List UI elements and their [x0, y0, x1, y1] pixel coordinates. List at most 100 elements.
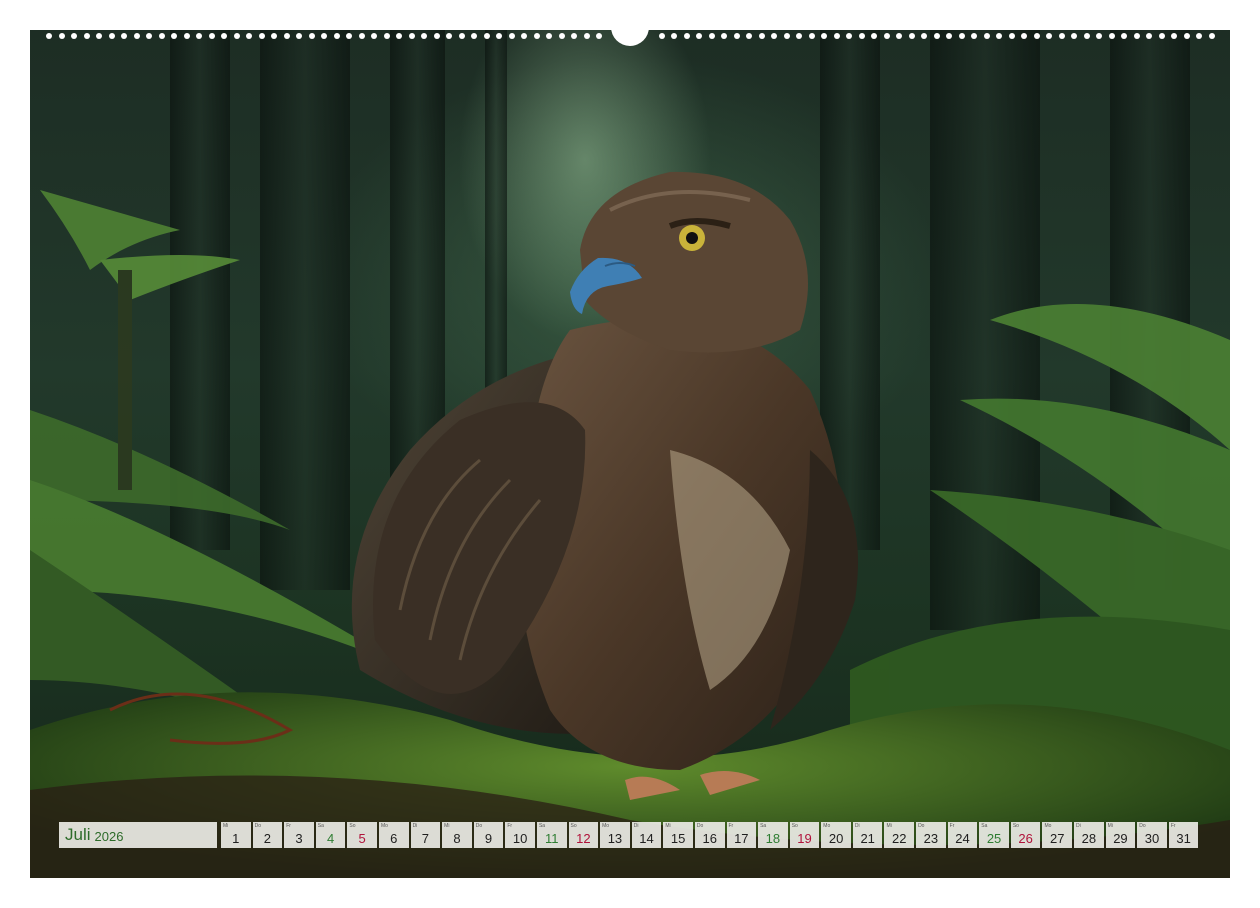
binding-hole	[421, 33, 427, 39]
weekday-abbr: Mi	[1107, 823, 1113, 829]
day-number: 26	[1018, 831, 1033, 846]
day-number: 4	[326, 831, 335, 846]
weekday-abbr: Fr	[286, 823, 291, 829]
binding-hole	[558, 33, 565, 39]
binding-hole	[271, 33, 277, 39]
binding-hole	[783, 33, 790, 39]
day-number: 23	[923, 831, 939, 846]
day-cell: So 5	[347, 822, 377, 848]
weekday-abbr: Fr	[728, 823, 734, 829]
binding-hole	[46, 33, 52, 39]
binding-hole	[883, 33, 890, 39]
day-cell: So 26	[1010, 822, 1041, 848]
binding-hole	[771, 33, 777, 39]
day-cell: Mi 29	[1105, 822, 1136, 848]
binding-hole	[671, 33, 677, 39]
binding-hole	[696, 33, 702, 39]
day-cell: Sa 25	[979, 822, 1009, 848]
binding-hole	[183, 33, 190, 39]
binding-hole	[458, 33, 465, 39]
weekday-abbr: Do	[696, 823, 704, 829]
binding-hole	[1183, 33, 1190, 39]
binding-hole	[433, 33, 440, 39]
binding-hole	[858, 33, 865, 39]
binding-hole	[1158, 33, 1165, 39]
weekday-abbr: Sa	[760, 823, 767, 829]
weekday-abbr: So	[1012, 823, 1019, 829]
binding-hole	[1146, 33, 1152, 39]
day-cell: Sa 4	[315, 822, 346, 848]
day-number: 12	[576, 831, 591, 846]
day-cell: So 19	[789, 822, 820, 848]
day-cell: Mi 8	[442, 822, 472, 848]
weekday-abbr: Sa	[538, 823, 546, 829]
binding-hole	[821, 33, 827, 39]
binding-hole	[171, 33, 177, 39]
binding-hole	[796, 33, 802, 39]
binding-hole	[321, 33, 327, 39]
day-number: 7	[421, 831, 429, 846]
fern-left	[30, 190, 410, 730]
binding-hole	[596, 33, 602, 39]
day-number: 29	[1113, 831, 1128, 846]
binding-hole	[933, 33, 940, 39]
weekday-abbr: Do	[1139, 823, 1146, 829]
day-cell: Sa 11	[536, 822, 567, 848]
calendar-strip: Juli 2026 Mi 1 Do 2 Fr 3 Sa 4 So 5 Mo 6 Di 7 Mi 8 Do 9 Fr 1…	[59, 822, 1199, 848]
day-number: 31	[1176, 831, 1191, 846]
binding-hole	[658, 33, 665, 39]
day-cell: Fr 24	[947, 822, 978, 848]
weekday-abbr: Fr	[949, 823, 955, 829]
binding-hole	[1083, 33, 1090, 39]
binding-hole	[708, 33, 715, 39]
binding-hole	[158, 33, 165, 39]
weekday-abbr: So	[349, 823, 356, 829]
day-number: 9	[484, 831, 493, 846]
binding-hole	[971, 33, 977, 39]
binding-hole	[408, 33, 415, 39]
binding-hole	[1133, 33, 1140, 39]
day-cell: Do 23	[916, 822, 946, 848]
weekday-abbr: Mi	[886, 823, 892, 829]
binding-hole	[921, 33, 927, 39]
binding-hole	[283, 33, 290, 39]
day-cell: Di 7	[410, 822, 441, 848]
binding-hole	[721, 33, 727, 39]
weekday-abbr: Mo	[380, 823, 388, 829]
binding-hole	[333, 33, 340, 39]
month-name: Juli	[65, 825, 91, 844]
weekday-abbr: Mi	[223, 823, 229, 829]
binding-hole	[121, 33, 127, 39]
weekday-abbr: Fr	[507, 823, 513, 829]
day-cell: Mi 15	[663, 822, 693, 848]
weekday-abbr: Di	[633, 823, 639, 829]
binding-hole	[1171, 33, 1177, 39]
day-cell: Sa 18	[758, 822, 788, 848]
binding-hole	[196, 33, 202, 39]
day-number: 25	[986, 831, 1002, 846]
binding-hole	[983, 33, 990, 39]
day-number: 11	[544, 831, 559, 846]
weekday-abbr: So	[570, 823, 577, 829]
day-cell: Mi 1	[221, 822, 251, 848]
weekday-abbr: Do	[918, 823, 925, 829]
day-number: 3	[295, 831, 303, 846]
weekday-abbr: Di	[854, 823, 860, 829]
day-cell: Fr 17	[726, 822, 757, 848]
binding-hole	[133, 33, 140, 39]
binding-hole	[583, 33, 590, 39]
binding-hole	[1196, 33, 1202, 39]
day-cell: Fr 3	[284, 822, 314, 848]
day-number: 10	[512, 831, 528, 846]
day-cells: Mi 1 Do 2 Fr 3 Sa 4 So 5 Mo 6 Di 7 Mi 8 Do 9 Fr 10 Sa 11 So 12 M…	[221, 822, 1199, 848]
day-cell: Mi 22	[884, 822, 915, 848]
day-cell: Mo 6	[378, 822, 409, 848]
weekday-abbr: Mi	[665, 823, 671, 829]
binding-hole	[833, 33, 840, 39]
day-cell: So 12	[568, 822, 599, 848]
day-cell: Mo 20	[821, 822, 851, 848]
day-number: 14	[639, 831, 654, 846]
binding-hole	[233, 33, 240, 39]
binding-hole	[383, 33, 390, 39]
binding-hole	[958, 33, 965, 39]
